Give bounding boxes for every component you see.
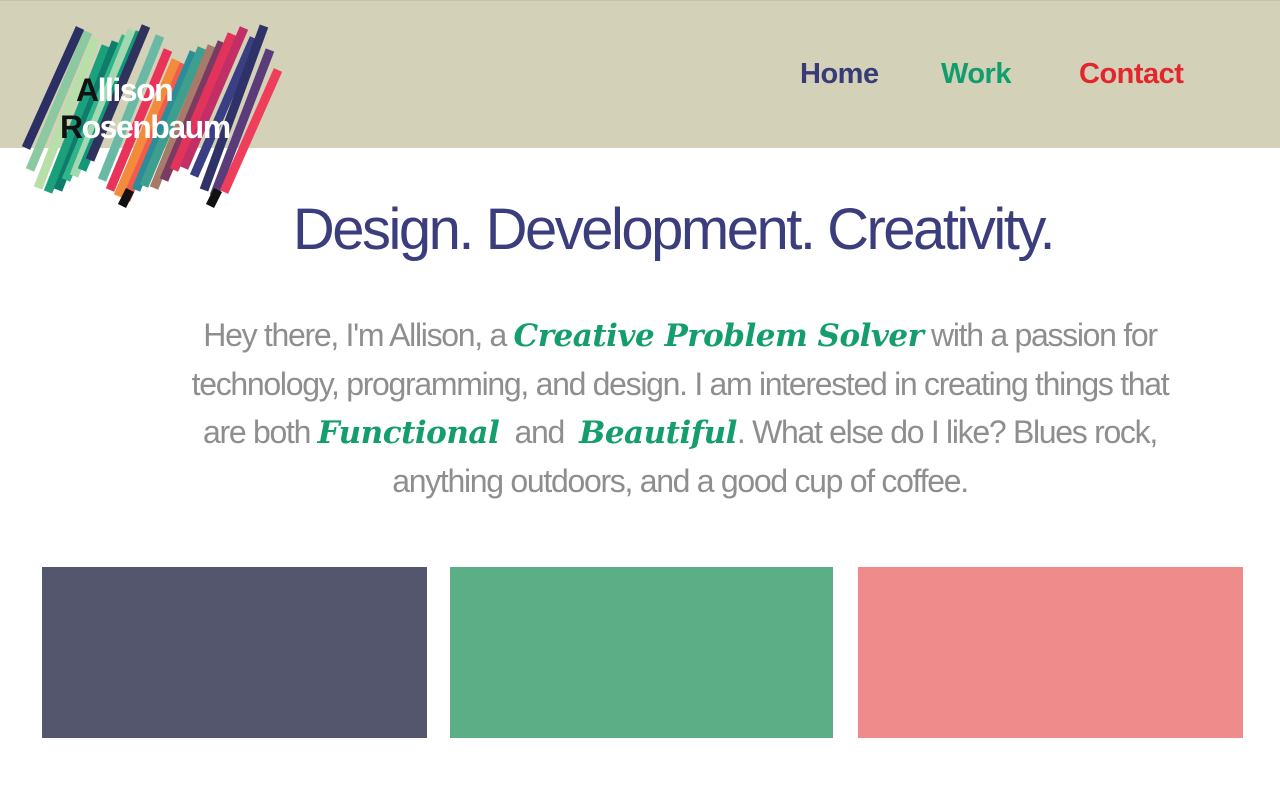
nav-work-link[interactable]: Work	[941, 58, 1011, 91]
hero-intro: Hey there, I'm Allison, a Creative Probl…	[190, 311, 1170, 505]
logo-initial-r: R	[60, 109, 83, 145]
logo-first-rest: llison	[97, 72, 174, 108]
nav-home-link[interactable]: Home	[800, 58, 879, 91]
feature-tile-2[interactable]	[450, 567, 833, 738]
logo-last-name: Rosenbaum	[60, 109, 232, 145]
intro-text-1: Hey there, I'm Allison, a	[203, 317, 514, 353]
feature-tile-3[interactable]	[858, 567, 1243, 738]
nav-contact-link[interactable]: Contact	[1079, 58, 1184, 91]
logo-first-name: Allison	[76, 72, 174, 108]
highlight-functional: Functional	[317, 415, 500, 451]
logo-last-rest: osenbaum	[81, 109, 232, 145]
site-logo[interactable]: Allison Rosenbaum	[18, 20, 288, 216]
highlight-creative-problem-solver: Creative Problem Solver	[513, 318, 924, 354]
highlight-beautiful: Beautiful	[579, 415, 737, 451]
logo-initial-a: A	[76, 72, 99, 108]
intro-text-3: and	[499, 414, 580, 450]
feature-tile-1[interactable]	[42, 567, 427, 738]
